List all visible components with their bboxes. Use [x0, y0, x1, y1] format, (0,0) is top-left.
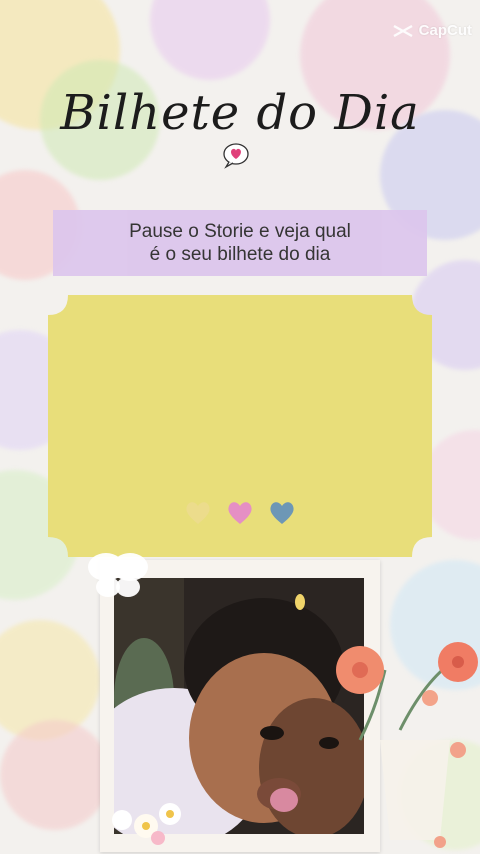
capcut-logo-icon [393, 24, 413, 37]
flower-vase-icon [336, 642, 478, 848]
heart-icon [228, 502, 252, 524]
page-title: Bilhete do Dia [60, 85, 420, 141]
instruction-line-2: é o seu bilhete do dia [149, 244, 331, 265]
watermark-label: CapCut [418, 22, 472, 39]
butterfly-icon [88, 553, 148, 597]
heart-icon [186, 502, 210, 524]
capcut-watermark: CapCut [392, 22, 472, 39]
instruction-line-1: Pause o Storie e veja qual [129, 221, 351, 242]
flowers-icon [112, 803, 181, 845]
instruction-banner: Pause o Storie e veja qual é o seu bilhe… [53, 210, 427, 276]
speech-bubble-heart-icon [223, 143, 249, 169]
heart-icon [270, 502, 294, 524]
heart-row [184, 500, 296, 526]
